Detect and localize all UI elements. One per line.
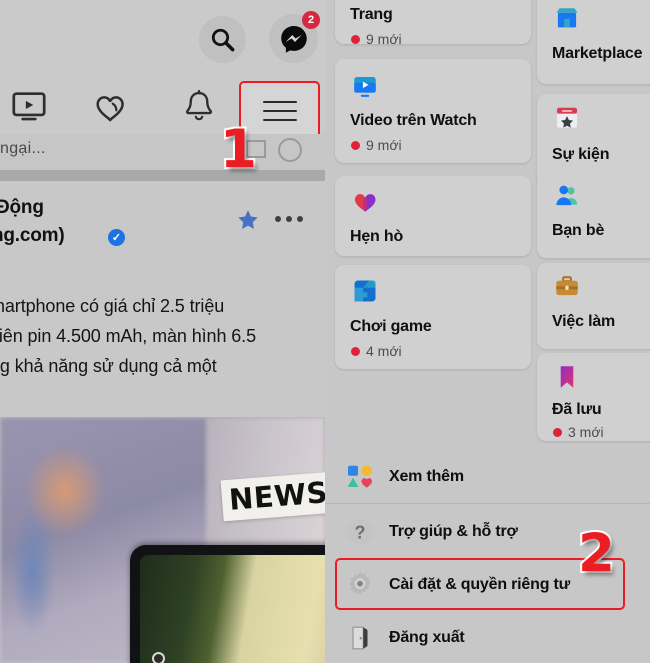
post-body-text: martphone có giá chỉ 2.5 triệu viên pin … [0,291,325,381]
menu-card-video-watch[interactable]: Video trên Watch 9 mới [335,59,531,163]
events-calendar-icon [553,104,581,132]
post-image[interactable]: NEWS [0,417,325,663]
menu-row-label: Cài đặt & quyền riêng tư [389,576,571,593]
menu-card-new-count: 3 mới [553,424,604,440]
logout-door-icon [343,621,377,655]
post-body-line-1: martphone có giá chỉ 2.5 triệu [0,296,225,316]
more-options-icon[interactable] [275,216,303,222]
settings-gear-icon [343,568,377,602]
watch-video-icon [351,73,379,101]
saved-bookmark-icon [553,363,581,391]
search-icon[interactable] [199,16,246,63]
composer-placeholder: ngại... [0,140,46,157]
menu-row-label: Trợ giúp & hỗ trợ [389,523,518,540]
see-more-shapes-icon [343,460,377,494]
messenger-unread-badge: 2 [302,11,320,29]
feed-post: Động ng.com) ✓ martphone có giá chỉ 2.5 … [0,181,325,400]
menu-card-label: Video trên Watch [350,112,477,129]
screenshot-root: 2 1 ngại... Động g.com) ✓ martphone có g… [0,0,650,663]
new-dot-icon [351,346,360,356]
post-composer[interactable]: ngại... [0,134,325,170]
friends-people-icon [553,182,581,210]
new-dot-icon [351,34,360,44]
phone-camera-icon [152,652,165,663]
menu-card-label: Hẹn hò [350,228,404,245]
marketplace-shop-icon [553,4,581,32]
menu-card-label: Marketplace [552,45,643,62]
menu-row-label: Đăng xuất [389,629,465,646]
post-body-line-2: viên pin 4.500 mAh, màn hình 6.5 [0,326,256,346]
watch-video-icon[interactable] [10,88,48,131]
menu-card-marketplace[interactable]: Marketplace [537,0,650,84]
menu-card-trang[interactable]: Trang 9 mới [335,0,531,47]
dating-hearts-icon [351,188,379,216]
help-question-icon: ? [343,515,377,549]
new-dot-icon [351,140,360,150]
jobs-briefcase-icon [553,273,581,301]
menu-card-viec-lam[interactable]: Việc làm [537,263,650,349]
messenger-icon[interactable]: 2 [269,11,320,63]
menu-card-new-count: 9 mới [351,31,402,47]
post-page-url: ng.com) [0,225,65,246]
phone-screen [140,555,325,663]
new-dot-icon [553,427,562,437]
step-badge-1: 1 [218,119,259,180]
hamburger-lines [262,94,297,128]
news-watermark: NEWS [220,471,325,522]
verified-check-icon: ✓ [108,229,125,246]
menu-card-new-count: 9 mới [351,137,402,153]
left-panel-facebook-feed: 2 1 ngại... Động g.com) ✓ martphone có g… [0,0,325,663]
menu-card-label: Trang [350,6,393,23]
menu-card-label: Sự kiện [552,146,610,163]
step-badge-2: 2 [576,523,617,584]
svg-text:?: ? [355,523,366,543]
menu-card-new-count: 4 mới [351,343,402,359]
menu-card-label: Chơi game [350,318,432,335]
phone-illustration [130,545,325,663]
menu-card-hen-ho[interactable]: Hẹn hò [335,176,531,256]
menu-card-da-luu[interactable]: Đã lưu 3 mới [537,353,650,441]
menu-card-label: Việc làm [552,313,616,330]
top-bar: 2 [0,0,325,76]
gaming-icon [351,277,379,305]
menu-card-ban-be[interactable]: Bạn bè [537,172,650,258]
menu-row-label: Xem thêm [389,468,464,485]
menu-row-xem-them[interactable]: Xem thêm [325,450,650,504]
row-separator [325,503,650,504]
menu-card-choi-game[interactable]: Chơi game 4 mới [335,265,531,369]
heart-dating-icon[interactable] [92,88,130,131]
menu-card-label: Bạn bè [552,222,605,239]
menu-row-dang-xuat[interactable]: Đăng xuất [325,611,650,663]
menu-card-label: Đã lưu [552,401,602,418]
feed-divider [0,170,325,181]
post-page-name[interactable]: Động [0,197,44,219]
post-body-line-3: ng khả năng sử dụng cả một [0,356,217,376]
star-icon[interactable] [236,208,260,237]
notification-bell-icon[interactable] [180,88,218,131]
emoji-icon[interactable] [278,138,302,162]
